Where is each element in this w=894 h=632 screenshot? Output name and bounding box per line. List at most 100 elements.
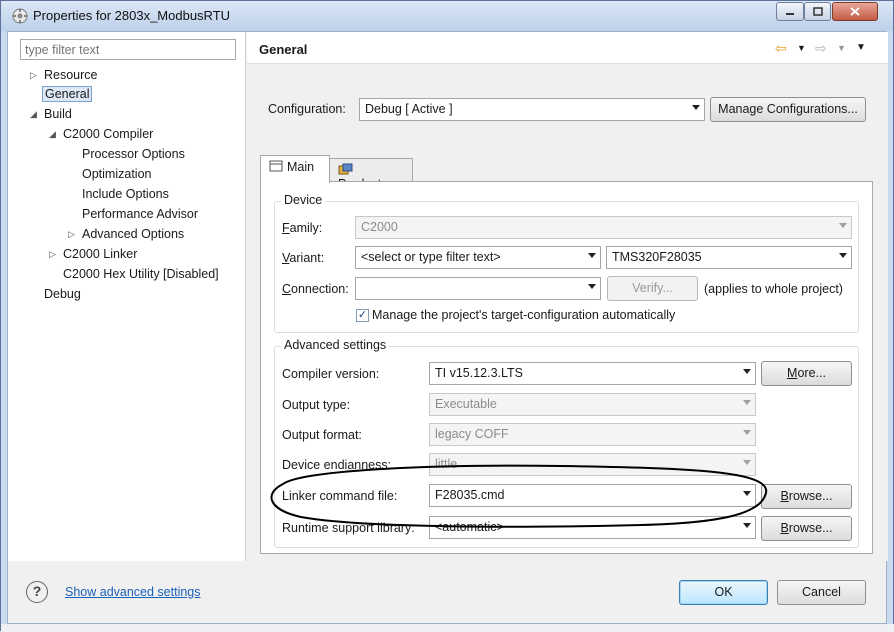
configuration-select[interactable]: Debug [ Active ]: [359, 98, 705, 121]
configuration-value: Debug [ Active ]: [365, 102, 453, 116]
endianness-value: little: [435, 457, 458, 471]
compiler-version-label: Compiler version:: [282, 367, 380, 381]
minimize-icon: [786, 12, 794, 15]
tree-item-label: Optimization: [82, 167, 152, 181]
show-advanced-settings-link[interactable]: Show advanced settings: [65, 585, 201, 599]
output-format-label: Output format:: [282, 428, 362, 442]
manage-target-config-label: Manage the project's target-configuratio…: [372, 308, 676, 322]
tree-item-label: C2000 Linker: [63, 247, 138, 261]
chevron-down-icon: [743, 400, 751, 405]
variant-label: Variant:: [282, 251, 325, 265]
variant-select[interactable]: TMS320F28035: [606, 246, 852, 269]
back-arrow-icon[interactable]: ⇦: [775, 40, 787, 56]
collapse-icon[interactable]: ◢: [49, 125, 56, 143]
output-type-select[interactable]: Executable: [429, 393, 756, 416]
configuration-label: Configuration:: [268, 102, 346, 116]
tree-item-processor-options[interactable]: Processor Options: [82, 145, 185, 163]
output-format-select[interactable]: legacy COFF: [429, 423, 756, 446]
close-button[interactable]: [832, 2, 878, 21]
tree-item-label: Resource: [44, 68, 98, 82]
browse-linker-button[interactable]: Browse...: [761, 484, 852, 509]
output-type-label: Output type:: [282, 398, 351, 412]
tree-item-optimization[interactable]: Optimization: [82, 165, 151, 183]
forward-arrow-icon[interactable]: ⇨: [815, 40, 827, 56]
compiler-version-select[interactable]: TI v15.12.3.LTS: [429, 362, 756, 385]
chevron-down-icon: [743, 523, 751, 528]
tab-main[interactable]: Main: [260, 155, 330, 183]
tab-main-label: Main: [287, 160, 315, 174]
more-button-rest: ore...: [797, 366, 826, 380]
tree-item-resource[interactable]: ▷ Resource: [30, 66, 98, 84]
linker-command-file-label: Linker command file:: [282, 489, 398, 503]
collapse-icon[interactable]: ◢: [30, 105, 37, 123]
tree-item-c2000-compiler[interactable]: ◢ C2000 Compiler: [49, 125, 153, 143]
runtime-support-library-select[interactable]: <automatic>: [429, 516, 756, 539]
more-button[interactable]: More...: [761, 361, 852, 386]
expand-icon[interactable]: ▷: [30, 66, 37, 84]
forward-dropdown-icon[interactable]: ▼: [837, 40, 846, 56]
window-title: Properties for 2803x_ModbusRTU: [33, 8, 231, 23]
browse-runtime-rest: rowse...: [788, 521, 833, 535]
title-bar[interactable]: Properties for 2803x_ModbusRTU: [1, 1, 893, 31]
tree-item-label: Advanced Options: [82, 227, 185, 241]
main-tab-icon: [269, 160, 283, 172]
device-group: Device Family: C2000 Variant: <select or…: [274, 193, 859, 333]
tree-item-label: C2000 Hex Utility [Disabled]: [63, 267, 219, 281]
variant-filter-value: <select or type filter text>: [361, 250, 501, 264]
verify-button[interactable]: Verify...: [607, 276, 698, 301]
minimize-button[interactable]: [776, 2, 804, 21]
view-menu-icon[interactable]: ▼: [856, 40, 866, 56]
expand-icon[interactable]: ▷: [49, 245, 56, 263]
tree-item-build[interactable]: ◢ Build: [30, 105, 72, 123]
help-icon[interactable]: ?: [26, 581, 48, 603]
chevron-down-icon: [588, 284, 596, 289]
runtime-support-library-label: Runtime support library:: [282, 521, 415, 535]
connection-select[interactable]: [355, 277, 601, 300]
dialog-footer: ? Show advanced settings OK Cancel: [8, 561, 886, 623]
tree-item-general[interactable]: General: [42, 85, 93, 103]
linker-command-file-select[interactable]: F28035.cmd: [429, 484, 756, 507]
device-group-title: Device: [281, 193, 326, 207]
chevron-down-icon: [743, 460, 751, 465]
tree-item-advanced-options[interactable]: ▷ Advanced Options: [68, 225, 184, 243]
family-value: C2000: [361, 220, 398, 234]
tree-item-label: Performance Advisor: [82, 207, 199, 221]
tree-item-label: General: [42, 86, 93, 102]
ok-button[interactable]: OK: [679, 580, 768, 605]
navigation-tree: ▷ Resource General ◢ Build ◢ C2000 Compi…: [8, 32, 246, 561]
back-dropdown-icon[interactable]: ▼: [797, 40, 806, 56]
configuration-row: Configuration: Debug [ Active ] Manage C…: [256, 88, 874, 148]
family-label: Family:: [282, 221, 323, 235]
applies-note: (applies to whole project): [704, 282, 843, 296]
dialog-client: ▷ Resource General ◢ Build ◢ C2000 Compi…: [7, 31, 888, 624]
products-tab-icon: [338, 163, 353, 175]
main-tab-panel: Device Family: C2000 Variant: <select or…: [260, 181, 873, 554]
tree-item-c2000-linker[interactable]: ▷ C2000 Linker: [49, 245, 137, 263]
compiler-version-value: TI v15.12.3.LTS: [435, 366, 524, 380]
tree-item-c2000-hex-utility[interactable]: C2000 Hex Utility [Disabled]: [63, 265, 219, 283]
variant-label-rest: ariant:: [289, 251, 325, 265]
expand-icon[interactable]: ▷: [68, 225, 75, 243]
tree-item-include-options[interactable]: Include Options: [82, 185, 169, 203]
family-select[interactable]: C2000: [355, 216, 852, 239]
tree-item-performance-advisor[interactable]: Performance Advisor: [82, 205, 198, 223]
chevron-down-icon: [839, 253, 847, 258]
tree-item-label: Include Options: [82, 187, 169, 201]
property-page: General ⇦ ▼ ⇨ ▼ ▼ Configuration: Debug […: [247, 32, 888, 561]
page-header: General ⇦ ▼ ⇨ ▼ ▼: [247, 32, 888, 64]
tree-item-debug[interactable]: Debug: [44, 285, 81, 303]
output-format-value: legacy COFF: [435, 427, 509, 441]
manage-configurations-button[interactable]: Manage Configurations...: [710, 97, 866, 122]
maximize-button[interactable]: [804, 2, 831, 21]
endianness-select[interactable]: little: [429, 453, 756, 476]
advanced-settings-title: Advanced settings: [281, 338, 390, 352]
tree-item-label: C2000 Compiler: [63, 127, 154, 141]
app-icon: [12, 8, 28, 24]
filter-input[interactable]: [20, 39, 236, 60]
tree-item-label: Processor Options: [82, 147, 185, 161]
cancel-button[interactable]: Cancel: [777, 580, 866, 605]
chevron-down-icon: [839, 223, 847, 228]
variant-filter-select[interactable]: <select or type filter text>: [355, 246, 601, 269]
browse-runtime-button[interactable]: Browse...: [761, 516, 852, 541]
manage-target-config-checkbox[interactable]: ✓: [356, 309, 369, 322]
